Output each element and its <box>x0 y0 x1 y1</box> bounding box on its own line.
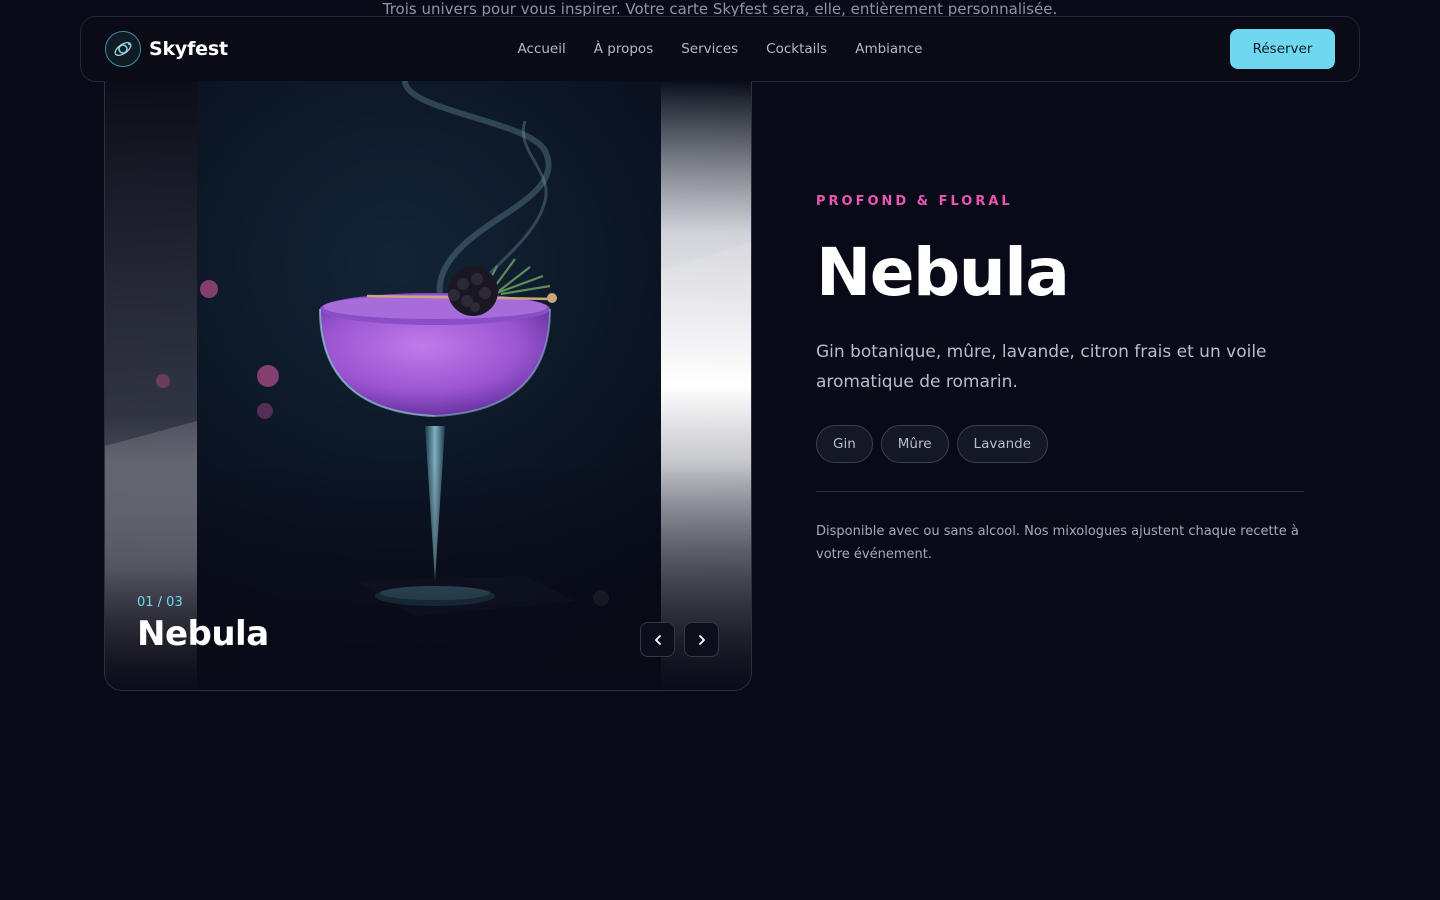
brand-name: Skyfest <box>149 38 228 60</box>
nav-link-services[interactable]: Services <box>681 41 738 57</box>
cocktail-description: Gin botanique, mûre, lavande, citron fra… <box>816 342 1267 392</box>
carousel-caption: 01 / 03 Nebula <box>137 595 269 654</box>
chevron-left-icon <box>654 634 661 645</box>
reserve-button[interactable]: Réserver <box>1230 29 1335 69</box>
carousel-controls <box>640 622 719 657</box>
page: Trois univers pour vous inspirer. Votre … <box>0 0 1440 900</box>
orbit-logo-icon <box>105 31 141 67</box>
navbar: Skyfest Accueil À propos Services Cockta… <box>80 16 1360 82</box>
cocktail-eyebrow: PROFOND & FLORAL <box>816 194 1013 209</box>
prev-slide-button[interactable] <box>640 622 675 657</box>
brand[interactable]: Skyfest <box>105 31 228 67</box>
availability-note: Disponible avec ou sans alcool. Nos mixo… <box>816 524 1299 562</box>
nav-link-cocktails[interactable]: Cocktails <box>766 41 827 57</box>
tag-gin[interactable]: Gin <box>816 425 873 463</box>
next-slide-button[interactable] <box>684 622 719 657</box>
nav-link-a-propos[interactable]: À propos <box>594 41 653 57</box>
divider <box>816 491 1304 492</box>
slide-title: Nebula <box>137 614 269 654</box>
cocktail-carousel: 01 / 03 Nebula <box>104 81 752 691</box>
chevron-right-icon <box>698 634 705 645</box>
nav-links: Accueil À propos Services Cocktails Ambi… <box>518 41 923 57</box>
slide-counter: 01 / 03 <box>137 595 183 610</box>
nav-link-ambiance[interactable]: Ambiance <box>855 41 922 57</box>
nav-link-accueil[interactable]: Accueil <box>518 41 566 57</box>
cocktail-details: PROFOND & FLORAL Nebula Gin botanique, m… <box>816 194 1306 566</box>
ingredient-tags: Gin Mûre Lavande <box>816 425 1306 463</box>
tag-mure[interactable]: Mûre <box>880 425 949 463</box>
tag-lavande[interactable]: Lavande <box>956 425 1049 463</box>
cocktail-title: Nebula <box>816 234 1070 311</box>
